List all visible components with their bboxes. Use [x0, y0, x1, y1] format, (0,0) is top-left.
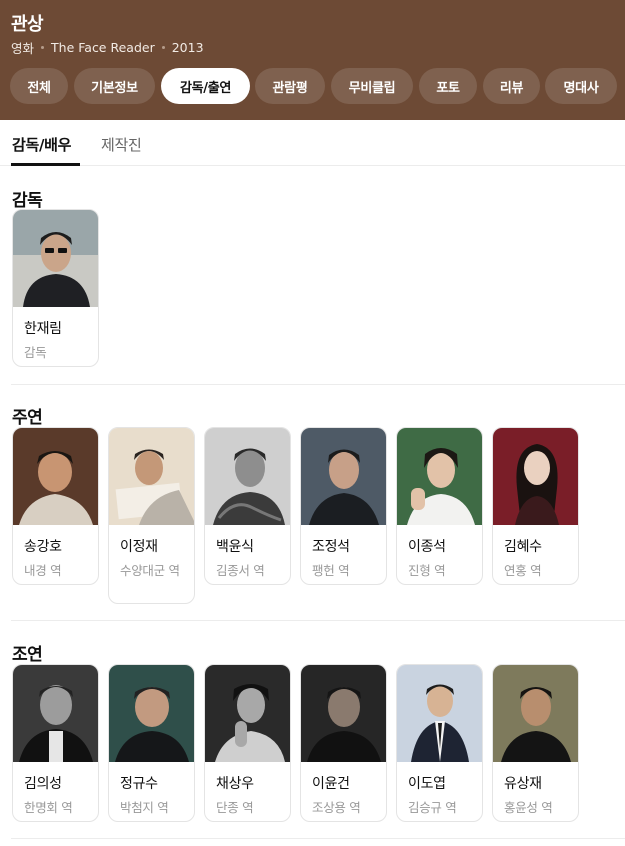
person-photo — [205, 428, 290, 525]
person-card[interactable]: 정규수 박첨지 역 — [108, 664, 195, 822]
person-role: 박첨지 역 — [120, 800, 169, 815]
person-role: 김종서 역 — [216, 563, 265, 578]
person-name: 정규수 — [120, 776, 158, 792]
person-card[interactable]: 이정재 수양대군 역 — [108, 427, 195, 604]
meta-separator — [41, 46, 45, 49]
person-name: 이도엽 — [408, 776, 446, 792]
tab-all[interactable]: 전체 — [10, 68, 68, 104]
person-photo — [493, 428, 578, 525]
section-divider — [11, 620, 625, 621]
person-card[interactable]: 유상재 홍윤성 역 — [492, 664, 579, 822]
person-role: 감독 — [24, 345, 47, 360]
movie-title: 관상 — [11, 14, 44, 35]
meta-english-title: The Face Reader — [51, 40, 155, 55]
movie-meta: 영화 The Face Reader 2013 — [11, 38, 204, 57]
tab-reviews[interactable]: 리뷰 — [483, 68, 540, 104]
person-card[interactable]: 송강호 내경 역 — [12, 427, 99, 585]
person-name: 이정재 — [120, 539, 158, 555]
section-title-lead: 주연 — [12, 408, 43, 428]
section-title-director: 감독 — [12, 191, 43, 211]
person-photo — [301, 665, 386, 762]
person-photo — [493, 665, 578, 762]
subtab-crew[interactable]: 제작진 — [101, 134, 142, 155]
person-role: 내경 역 — [24, 563, 62, 578]
person-card[interactable]: 이종석 진형 역 — [396, 427, 483, 585]
person-card[interactable]: 한재림 감독 — [12, 209, 99, 367]
person-card[interactable]: 김혜수 연홍 역 — [492, 427, 579, 585]
person-role: 조상용 역 — [312, 800, 361, 815]
tab-photos[interactable]: 포토 — [419, 68, 477, 104]
person-role: 한명회 역 — [24, 800, 73, 815]
person-name: 채상우 — [216, 776, 254, 792]
person-role: 연홍 역 — [504, 563, 542, 578]
person-card[interactable]: 이도엽 김승규 역 — [396, 664, 483, 822]
meta-type: 영화 — [11, 41, 35, 56]
person-name: 김의성 — [24, 776, 62, 792]
person-photo — [13, 210, 98, 307]
person-name: 유상재 — [504, 776, 542, 792]
person-name: 송강호 — [24, 539, 62, 555]
person-card[interactable]: 이윤건 조상용 역 — [300, 664, 387, 822]
person-name: 한재림 — [24, 321, 62, 337]
section-divider — [11, 384, 625, 385]
tab-cast[interactable]: 감독/출연 — [161, 68, 250, 104]
person-card[interactable]: 조정석 팽헌 역 — [300, 427, 387, 585]
person-name: 이종석 — [408, 539, 446, 555]
person-role: 팽헌 역 — [312, 563, 350, 578]
person-photo — [109, 665, 194, 762]
person-role: 김승규 역 — [408, 800, 457, 815]
person-name: 조정석 — [312, 539, 350, 555]
movie-header: 관상 영화 The Face Reader 2013 전체 기본정보 감독/출연… — [0, 0, 625, 120]
person-card[interactable]: 백윤식 김종서 역 — [204, 427, 291, 585]
section-divider — [11, 838, 625, 839]
person-card[interactable]: 채상우 단종 역 — [204, 664, 291, 822]
person-photo — [397, 428, 482, 525]
tab-bar: 전체 기본정보 감독/출연 관람평 무비클립 포토 리뷰 명대사 — [10, 68, 625, 104]
section-title-supporting: 조연 — [12, 645, 43, 665]
person-card[interactable]: 김의성 한명회 역 — [12, 664, 99, 822]
person-name: 이윤건 — [312, 776, 350, 792]
person-photo — [205, 665, 290, 762]
person-role: 진형 역 — [408, 563, 446, 578]
person-role: 단종 역 — [216, 800, 254, 815]
active-subtab-indicator — [11, 163, 80, 166]
tab-quotes[interactable]: 명대사 — [545, 68, 617, 104]
person-photo — [13, 428, 98, 525]
person-role: 수양대군 역 — [120, 563, 180, 578]
person-photo — [301, 428, 386, 525]
subtab-director-actors[interactable]: 감독/배우 — [12, 134, 71, 155]
person-photo — [13, 665, 98, 762]
meta-year: 2013 — [171, 40, 204, 55]
person-role: 홍윤성 역 — [504, 800, 553, 815]
sub-tab-bar: 감독/배우 제작진 — [0, 120, 625, 166]
person-name: 김혜수 — [504, 539, 542, 555]
meta-separator — [161, 46, 165, 49]
tab-movie-clips[interactable]: 무비클립 — [331, 68, 413, 104]
tab-basic-info[interactable]: 기본정보 — [74, 68, 155, 104]
person-name: 백윤식 — [216, 539, 254, 555]
person-photo — [397, 665, 482, 762]
person-photo — [109, 428, 194, 525]
tab-reviews-audience[interactable]: 관람평 — [255, 68, 325, 104]
